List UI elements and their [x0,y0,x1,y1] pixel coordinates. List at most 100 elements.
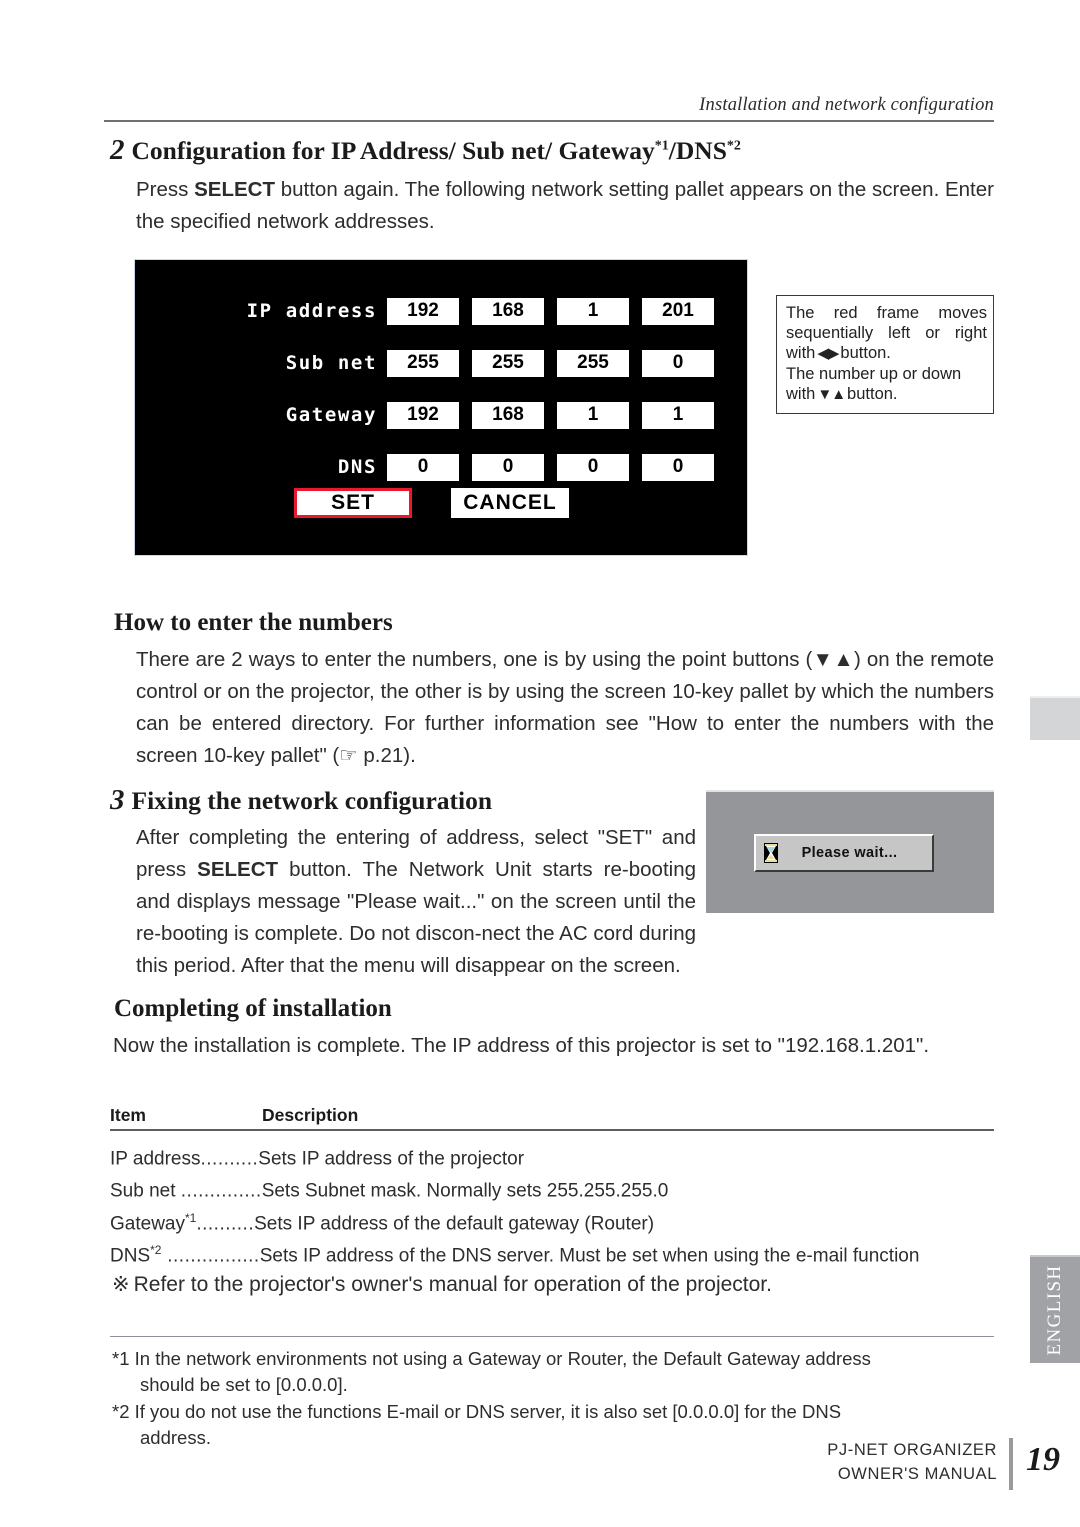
running-head: Installation and network configuration [699,95,994,115]
table-row: IP address..........Sets IP address of t… [110,1140,994,1172]
dns-octet-4[interactable]: 0 [642,453,714,481]
dns-octet-2[interactable]: 0 [472,453,544,481]
please-wait-screenshot: Please wait... [706,790,994,913]
step-2-title-sup2: *2 [726,138,741,154]
callout-line-2: The number up or down with ▼▲ button. [786,365,962,403]
footnote-divider [110,1336,994,1337]
dns-octet-3[interactable]: 0 [557,453,629,481]
gateway-octet-3[interactable]: 1 [557,401,629,429]
table-row-leader: .......... [196,1212,255,1234]
footer-product-name: PJ-NET ORGANIZER OWNER'S MANUAL [827,1438,1009,1486]
projector-manual-note-text: Refer to the projector's owner's manual … [133,1273,772,1296]
left-right-arrow-icon: ◀▶ [817,345,839,362]
hourglass-icon [764,843,778,863]
step-3-title: Fixing the network configuration [131,786,493,815]
callout-box: The red frame moves sequentially left or… [776,295,994,414]
footnote-1-marker: *1 [112,1348,130,1369]
sub-net-octet-1[interactable]: 255 [387,349,459,377]
network-setting-pallet: IP address 192 168 1 201 Sub net 255 255… [134,259,748,556]
page-number: 19 [1026,1441,1060,1478]
gateway-octet-1[interactable]: 192 [387,401,459,429]
table-row-description: Sets IP address of the DNS server. Must … [259,1245,920,1267]
step-3-heading: 3 Fixing the network configuration [110,784,492,817]
sub-net-octet-3[interactable]: 255 [557,349,629,377]
table-column-description: Description [262,1105,359,1125]
table-row: Gateway*1..........Sets IP address of th… [110,1205,994,1237]
table-row-leader: .............. [180,1180,262,1202]
ip-address-octet-2[interactable]: 168 [472,297,544,325]
dns-octet-1[interactable]: 0 [387,453,459,481]
table-row: DNS*2 ................Sets IP address of… [110,1237,994,1269]
footnote-2-text: If you do not use the functions E-mail o… [134,1401,842,1422]
footnote-1: *1 In the network environments not using… [112,1346,994,1398]
pallet-row-dns: DNS 0 0 0 0 [135,446,747,488]
table-row-sup: *1 [184,1210,197,1225]
gateway-octet-2[interactable]: 168 [472,401,544,429]
footnote-1-line-1: *1 In the network environments not using… [112,1346,994,1372]
cancel-button[interactable]: CANCEL [451,488,569,518]
projector-manual-note: ※ Refer to the projector's owner's manual… [112,1272,772,1297]
pallet-label-dns: DNS [337,456,377,478]
gateway-octet-4[interactable]: 1 [642,401,714,429]
page-footer: PJ-NET ORGANIZER OWNER'S MANUAL 19 [760,1438,1060,1490]
how-to-body: There are 2 ways to enter the numbers, o… [136,644,994,772]
table-column-item: Item [110,1105,146,1125]
pallet-button-bar: SET CANCEL [135,488,747,518]
completing-heading: Completing of installation [114,995,392,1022]
table-row-item: Sub net [110,1180,181,1202]
step-3-body: After completing the entering of address… [136,822,696,982]
pointing-hand-icon: ☞ [339,744,358,767]
please-wait-dialog: Please wait... [754,834,934,872]
footnote-2-marker: *2 [112,1401,130,1422]
completing-body: Now the installation is complete. The IP… [113,1034,930,1057]
footnote-1-line-2: should be set to [0.0.0.0]. [140,1374,348,1395]
table-row: Sub net ..............Sets Subnet mask. … [110,1172,994,1204]
how-to-body-a: There are 2 ways to enter the numbers, o… [136,648,813,671]
sub-net-octet-2[interactable]: 255 [472,349,544,377]
pallet-label-sub-net: Sub net [285,352,377,374]
how-to-body-c: p.21). [357,744,416,767]
callout-line-1: The red frame moves sequentially left or… [786,304,987,362]
table-row-sup: *2 [150,1242,162,1257]
table-row-item: Gateway [110,1212,185,1234]
table-body: IP address..........Sets IP address of t… [110,1131,994,1269]
select-keyword-1: SELECT [194,178,275,201]
ip-address-octet-3[interactable]: 1 [557,297,629,325]
sub-net-octet-4[interactable]: 0 [642,349,714,377]
step-2-title: Configuration for IP Address/ Sub net/ G… [131,136,741,165]
table-row-description: Sets IP address of the default gateway (… [254,1212,655,1234]
pallet-rows: IP address 192 168 1 201 Sub net 255 255… [135,290,747,498]
table-row-description: Sets IP address of the projector [258,1148,525,1170]
page-header: Installation and network configuration [104,95,994,122]
pallet-label-ip-address: IP address [246,300,377,322]
step-2-title-sup1: *1 [654,138,669,154]
ip-address-octet-4[interactable]: 201 [642,297,714,325]
section-tab-marker [1030,696,1080,740]
footnotes: *1 In the network environments not using… [112,1346,994,1452]
language-side-tab: ENGLISH [1030,1255,1080,1363]
pallet-row-ip-address: IP address 192 168 1 201 [135,290,747,332]
set-button[interactable]: SET [294,488,412,518]
table-row-item: IP address [110,1148,201,1170]
up-down-arrow-icon: ▼▲ [817,386,846,403]
step-2-number: 2 [110,134,125,166]
how-to-heading: How to enter the numbers [114,609,393,636]
footer-line-2: OWNER'S MANUAL [837,1465,997,1483]
reference-mark-icon: ※ [112,1273,130,1296]
select-keyword-2: SELECT [197,858,279,881]
footnote-2-line-1: *2 If you do not use the functions E-mai… [112,1399,994,1425]
step-2-body-a: Press [136,178,195,201]
step-3-number: 3 [110,784,125,816]
point-buttons-arrows-icon: ▼▲ [812,648,854,671]
footnote-1-text: In the network environments not using a … [134,1348,871,1369]
table-row-leader: .......... [200,1148,259,1170]
please-wait-text: Please wait... [801,845,898,861]
table-row-item: DNS [110,1245,151,1267]
table-header-row: Item Description [110,1105,994,1131]
footer-line-1: PJ-NET ORGANIZER [827,1441,997,1459]
header-divider [104,120,994,122]
ip-address-octet-1[interactable]: 192 [387,297,459,325]
step-2-body: Press SELECT button again. The following… [136,174,994,238]
step-2-heading: 2 Configuration for IP Address/ Sub net/ … [110,134,741,167]
pallet-row-sub-net: Sub net 255 255 255 0 [135,342,747,384]
